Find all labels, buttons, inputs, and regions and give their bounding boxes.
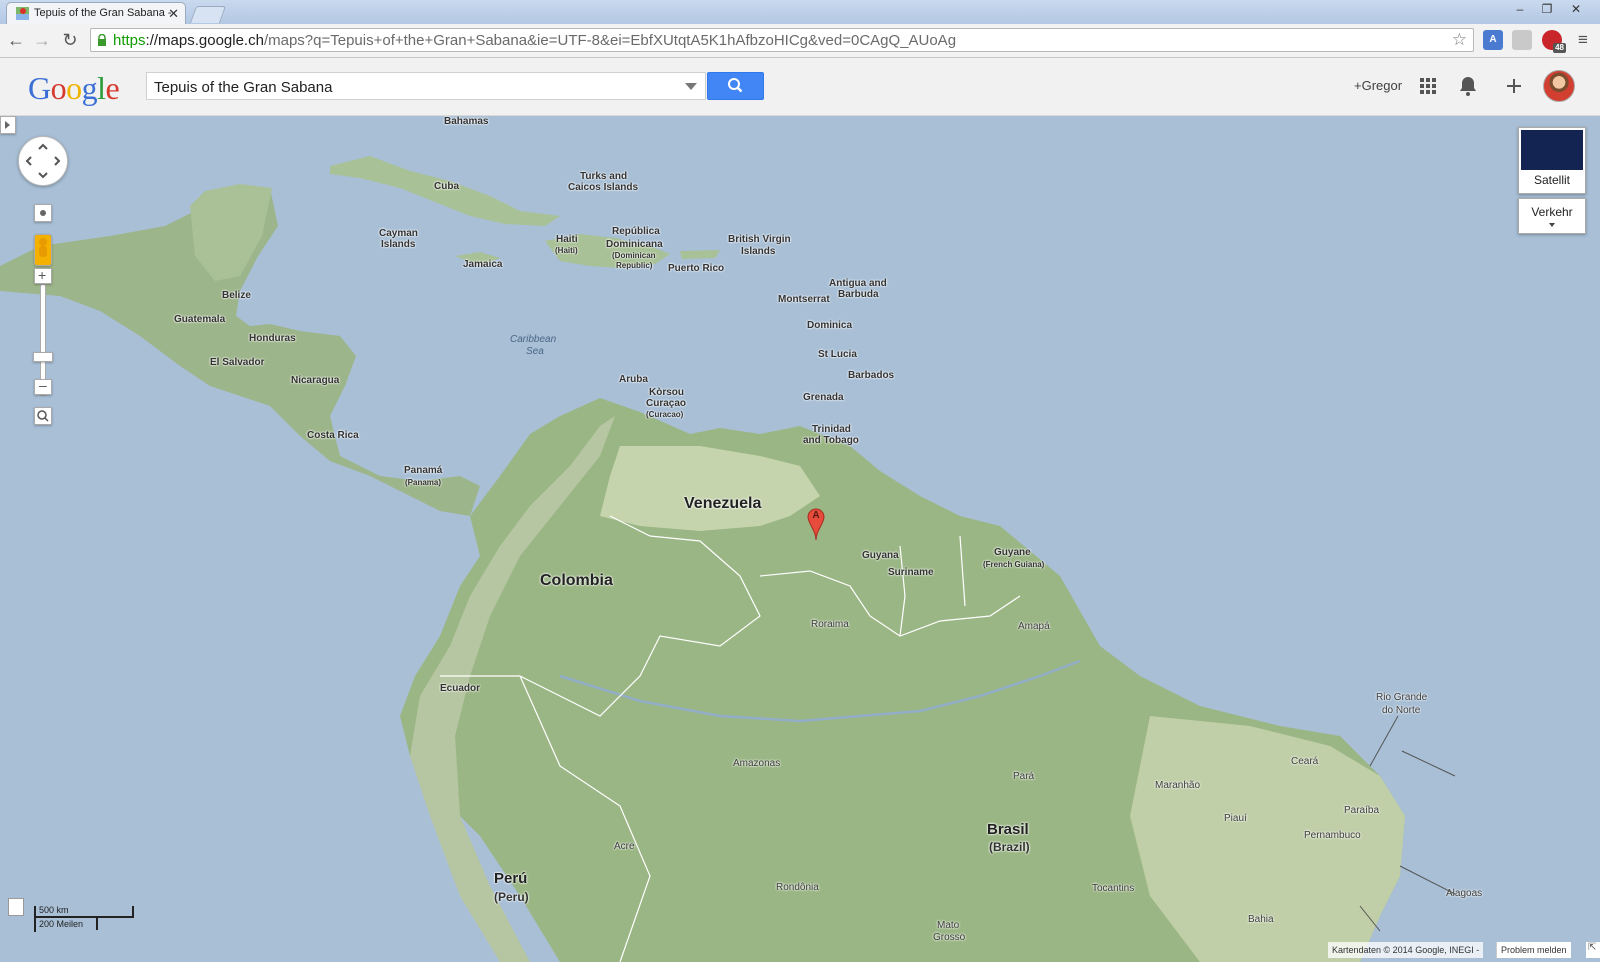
url-text: https://maps.google.ch/maps?q=Tepuis+of+… [113, 32, 956, 49]
adblock-badge: 48 [1553, 43, 1566, 53]
avatar[interactable] [1543, 70, 1575, 102]
chevron-right-icon [5, 121, 10, 129]
traffic-label: Verkehr [1531, 205, 1573, 219]
satellite-thumbnail [1521, 130, 1583, 170]
google-logo[interactable]: Google [28, 70, 120, 107]
zoom-out-button[interactable]: – [34, 377, 52, 395]
scale-km-label: 500 km [39, 905, 69, 915]
search-box[interactable] [146, 72, 706, 101]
minimize-icon[interactable]: – [1508, 0, 1532, 18]
magnifier-zoom-icon [37, 410, 49, 422]
user-profile-link[interactable]: +Gregor [1354, 78, 1402, 93]
url-path: /maps?q=Tepuis+of+the+Gran+Sabana&ie=UTF… [263, 32, 957, 49]
lock-icon [98, 34, 106, 46]
bookmark-star-icon[interactable]: ☆ [1452, 30, 1467, 50]
search-icon [728, 78, 743, 93]
chevron-down-icon [1549, 223, 1555, 227]
scale-bar: 500 km 200 Meilen [34, 905, 134, 932]
zoom-slider-handle[interactable] [33, 352, 53, 362]
satellite-label: Satellit [1533, 173, 1571, 187]
restore-icon[interactable]: ❐ [1535, 0, 1559, 18]
leader-lines [1359, 715, 1456, 932]
scale-mi-label: 200 Meilen [39, 919, 84, 929]
chrome-menu-icon[interactable]: ≡ [1572, 30, 1594, 52]
window-close-icon[interactable]: ✕ [1564, 0, 1588, 18]
apps-grid-icon[interactable] [1416, 74, 1440, 98]
maps-favicon-icon [16, 7, 29, 20]
search-dropdown-icon[interactable] [685, 83, 697, 90]
scale-tick-start [34, 906, 36, 932]
marker-letter: A [812, 510, 820, 521]
forward-arrow-icon[interactable]: → [31, 30, 53, 52]
reload-icon[interactable]: ↻ [59, 30, 81, 52]
zoom-in-button[interactable]: + [34, 267, 52, 284]
side-panel-toggle[interactable] [0, 116, 16, 134]
back-arrow-icon[interactable]: ← [5, 30, 27, 52]
search-button[interactable] [707, 72, 764, 100]
map-attribution: Kartendaten © 2014 Google, INEGI - [1328, 942, 1484, 958]
pan-arrows-icon [25, 143, 61, 179]
url-host: ://maps.google.ch [145, 32, 264, 49]
adblock-plus-icon[interactable]: 48 [1542, 30, 1566, 53]
minus-icon: – [39, 377, 47, 393]
extension-icon[interactable] [1512, 30, 1532, 50]
zoom-box-button[interactable] [34, 407, 52, 425]
google-header: Google +Gregor [0, 58, 1600, 116]
notifications-bell-icon[interactable] [1456, 74, 1480, 98]
my-location-button[interactable] [34, 204, 52, 222]
close-tab-icon[interactable]: ✕ [168, 6, 179, 22]
pegman-icon [39, 238, 47, 257]
location-dot-icon [40, 210, 46, 216]
translate-extension-icon[interactable]: A [1483, 30, 1503, 50]
pan-control[interactable] [18, 136, 68, 186]
scale-line-km [34, 916, 134, 918]
browser-titlebar: Tepuis of the Gran Sabana - ✕ – ❐ ✕ [0, 0, 1600, 24]
scale-tick-km [132, 906, 134, 918]
address-bar[interactable]: https://maps.google.ch/maps?q=Tepuis+of+… [90, 28, 1474, 52]
plus-icon: + [38, 267, 47, 283]
expand-corner-icon[interactable]: ⇱ [1586, 942, 1600, 958]
print-map-icon[interactable] [8, 898, 24, 916]
new-tab-button[interactable] [189, 6, 227, 23]
browser-tab[interactable]: Tepuis of the Gran Sabana - ✕ [6, 2, 186, 24]
satellite-toggle[interactable]: Satellit [1518, 127, 1586, 194]
pegman-street-view-button[interactable] [34, 234, 52, 266]
map-canvas[interactable]: Bahamas Turks and Caicos Islands Cuba Ca… [0, 116, 1600, 962]
scale-tick-mi [96, 918, 98, 930]
traffic-dropdown[interactable]: Verkehr [1518, 198, 1586, 234]
share-plus-icon[interactable] [1502, 74, 1526, 98]
browser-toolbar: ← → ↻ https://maps.google.ch/maps?q=Tepu… [0, 24, 1600, 58]
location-marker-a[interactable]: A [806, 508, 826, 542]
report-problem-link[interactable]: Problem melden [1496, 942, 1571, 958]
url-scheme: https [113, 32, 146, 49]
tab-title: Tepuis of the Gran Sabana - [34, 7, 172, 19]
search-input[interactable] [147, 73, 676, 101]
